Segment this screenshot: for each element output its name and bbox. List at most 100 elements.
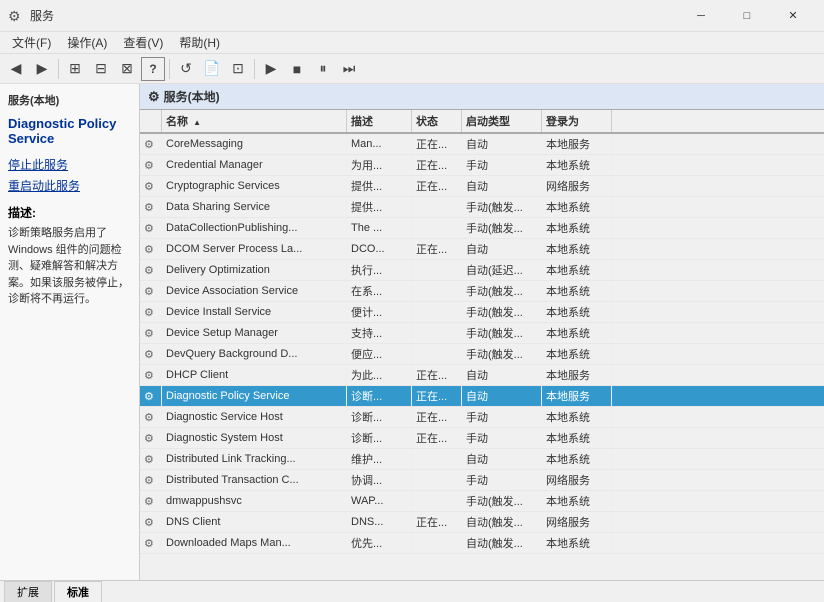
menu-view[interactable]: 查看(V) (115, 32, 171, 53)
service-login: 本地系统 (542, 239, 612, 259)
service-name: Device Setup Manager (162, 323, 347, 343)
properties-button[interactable]: ⊠ (115, 57, 139, 81)
table-row[interactable]: ⚙DataCollectionPublishing...The ...手动(触发… (140, 218, 824, 239)
stop-service-link[interactable]: 停止此服务 (8, 156, 131, 173)
service-startup: 自动 (462, 239, 542, 259)
service-icon-cell: ⚙ (140, 239, 162, 259)
service-startup: 自动(触发... (462, 533, 542, 553)
gear-icon: ⚙ (144, 390, 154, 403)
resume-button[interactable]: ⏭ (337, 57, 361, 81)
stop-button[interactable]: ■ (285, 57, 309, 81)
service-desc: 为此... (347, 365, 412, 385)
col-login[interactable]: 登录为 (542, 110, 612, 132)
minimize-button[interactable]: ─ (678, 0, 724, 32)
toolbar: ◀ ▶ ⊞ ⊟ ⊠ ? ↺ 📄 ⊡ ▶ ■ ⏸ ⏭ (0, 54, 824, 84)
table-row[interactable]: ⚙Delivery Optimization执行...自动(延迟...本地系统 (140, 260, 824, 281)
help-btn[interactable]: ? (141, 57, 165, 81)
table-row[interactable]: ⚙Downloaded Maps Man...优先...自动(触发...本地系统 (140, 533, 824, 554)
service-status (412, 491, 462, 511)
service-desc: 协调... (347, 470, 412, 490)
table-row[interactable]: ⚙Distributed Transaction C...协调...手动网络服务 (140, 470, 824, 491)
service-status (412, 197, 462, 217)
col-name[interactable]: 名称 ▲ (162, 110, 347, 132)
menu-help[interactable]: 帮助(H) (171, 32, 228, 53)
table-row[interactable]: ⚙Device Association Service在系...手动(触发...… (140, 281, 824, 302)
table-row[interactable]: ⚙Credential Manager为用...正在...手动本地系统 (140, 155, 824, 176)
close-button[interactable]: ✕ (770, 0, 816, 32)
right-panel-header: ⚙ 服务(本地) (140, 84, 824, 110)
gear-icon: ⚙ (144, 138, 154, 151)
table-header: 名称 ▲ 描述 状态 启动类型 登录为 (140, 110, 824, 134)
service-icon-cell: ⚙ (140, 407, 162, 427)
service-startup: 手动(触发... (462, 491, 542, 511)
gear-icon: ⚙ (144, 411, 154, 424)
service-icon-cell: ⚙ (140, 302, 162, 322)
forward-button[interactable]: ▶ (30, 57, 54, 81)
menu-file[interactable]: 文件(F) (4, 32, 59, 53)
service-desc: DNS... (347, 512, 412, 532)
table-row[interactable]: ⚙DCOM Server Process La...DCO...正在...自动本… (140, 239, 824, 260)
refresh-button[interactable]: ↺ (174, 57, 198, 81)
tab-standard[interactable]: 标准 (54, 581, 102, 602)
col-desc[interactable]: 描述 (347, 110, 412, 132)
services-table[interactable]: 名称 ▲ 描述 状态 启动类型 登录为 ⚙CoreMessagingMan...… (140, 110, 824, 580)
col-startup[interactable]: 启动类型 (462, 110, 542, 132)
service-name: DCOM Server Process La... (162, 239, 347, 259)
main-container: 服务(本地) Diagnostic Policy Service 停止此服务 重… (0, 84, 824, 580)
service-login: 本地系统 (542, 344, 612, 364)
table-row[interactable]: ⚙Diagnostic Service Host诊断...正在...手动本地系统 (140, 407, 824, 428)
table-row[interactable]: ⚙Diagnostic System Host诊断...正在...手动本地系统 (140, 428, 824, 449)
show-hide-button[interactable]: ⊞ (63, 57, 87, 81)
service-desc: DCO... (347, 239, 412, 259)
table-row[interactable]: ⚙Cryptographic Services提供...正在...自动网络服务 (140, 176, 824, 197)
service-desc: 提供... (347, 176, 412, 196)
service-status: 正在... (412, 407, 462, 427)
table-row[interactable]: ⚙Device Install Service便计...手动(触发...本地系统 (140, 302, 824, 323)
table-body: ⚙CoreMessagingMan...正在...自动本地服务⚙Credenti… (140, 134, 824, 554)
service-icon-cell: ⚙ (140, 155, 162, 175)
col-icon[interactable] (140, 110, 162, 132)
maximize-button[interactable]: □ (724, 0, 770, 32)
service-status (412, 344, 462, 364)
service-name: Diagnostic Policy Service (162, 386, 347, 406)
table-row[interactable]: ⚙Diagnostic Policy Service诊断...正在...自动本地… (140, 386, 824, 407)
back-button[interactable]: ◀ (4, 57, 28, 81)
table-row[interactable]: ⚙Device Setup Manager支持...手动(触发...本地系统 (140, 323, 824, 344)
export-button[interactable]: 📄 (200, 57, 224, 81)
selected-service-name: Diagnostic Policy Service (8, 116, 131, 146)
gear-icon: ⚙ (144, 348, 154, 361)
service-icon-cell: ⚙ (140, 470, 162, 490)
service-status: 正在... (412, 239, 462, 259)
table-row[interactable]: ⚙dmwappushsvcWAP...手动(触发...本地系统 (140, 491, 824, 512)
service-login: 本地服务 (542, 365, 612, 385)
service-status (412, 470, 462, 490)
play-button[interactable]: ▶ (259, 57, 283, 81)
service-icon-cell: ⚙ (140, 449, 162, 469)
pause-button[interactable]: ⏸ (311, 57, 335, 81)
toolbar-separator-3 (254, 59, 255, 79)
show-scope-button[interactable]: ⊟ (89, 57, 113, 81)
service-login: 本地系统 (542, 155, 612, 175)
service-login: 本地系统 (542, 260, 612, 280)
service-desc: 在系... (347, 281, 412, 301)
service-icon-cell: ⚙ (140, 197, 162, 217)
gear-icon: ⚙ (144, 537, 154, 550)
filter-button[interactable]: ⊡ (226, 57, 250, 81)
table-row[interactable]: ⚙Data Sharing Service提供...手动(触发...本地系统 (140, 197, 824, 218)
service-login: 本地系统 (542, 302, 612, 322)
service-startup: 手动 (462, 155, 542, 175)
table-row[interactable]: ⚙Distributed Link Tracking...维护...自动本地系统 (140, 449, 824, 470)
table-row[interactable]: ⚙DHCP Client为此...正在...自动本地服务 (140, 365, 824, 386)
title-bar: ⚙ 服务 ─ □ ✕ (0, 0, 824, 32)
menu-action[interactable]: 操作(A) (59, 32, 115, 53)
restart-service-link[interactable]: 重启动此服务 (8, 177, 131, 194)
table-row[interactable]: ⚙CoreMessagingMan...正在...自动本地服务 (140, 134, 824, 155)
service-desc: 便计... (347, 302, 412, 322)
service-login: 本地服务 (542, 134, 612, 154)
service-startup: 自动 (462, 365, 542, 385)
service-status (412, 218, 462, 238)
col-status[interactable]: 状态 (412, 110, 462, 132)
table-row[interactable]: ⚙DNS ClientDNS...正在...自动(触发...网络服务 (140, 512, 824, 533)
tab-extended[interactable]: 扩展 (4, 581, 52, 602)
table-row[interactable]: ⚙DevQuery Background D...便应...手动(触发...本地… (140, 344, 824, 365)
